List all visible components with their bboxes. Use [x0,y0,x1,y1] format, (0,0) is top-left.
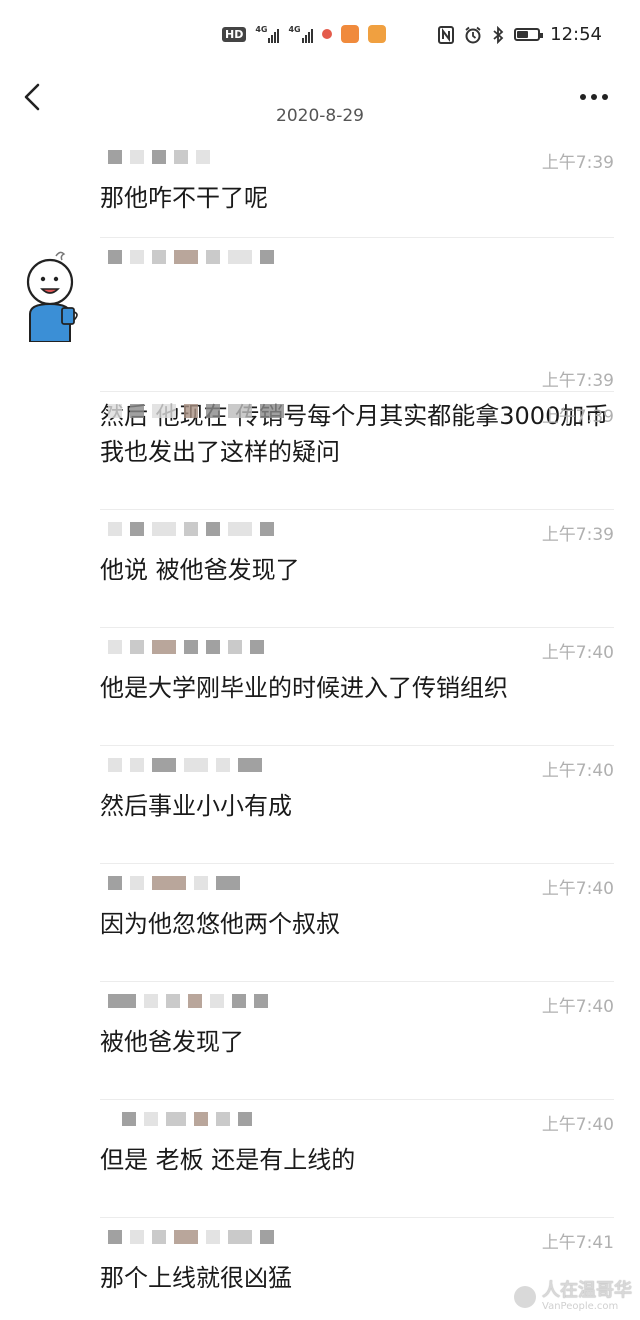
more-options-button[interactable] [580,90,612,104]
chat-app-icon [340,25,359,43]
message-text: 但是 老板 还是有上线的 [100,1146,356,1174]
nfc-icon [438,25,455,44]
battery-icon [514,28,544,41]
message-item[interactable]: 上午7:39 我也发出了这样的疑问 [100,392,614,510]
sender-name-blurred [108,1230,348,1244]
sender-name-blurred [108,522,348,536]
message-text: 因为他忽悠他两个叔叔 [100,910,340,938]
sender-name-blurred [108,150,348,164]
message-text: 被他爸发现了 [100,1028,244,1056]
status-bar: HD 4G 4G 12:54 [0,0,640,70]
chat-header: 2020-8-29 [0,70,640,130]
message-time: 上午7:39 [541,407,614,427]
signal-4g-icon: 4G [255,25,280,43]
message-time: 上午7:40 [541,761,614,781]
message-time: 上午7:40 [541,879,614,899]
bluetooth-icon [493,25,504,44]
message-list[interactable]: 上午7:39 那他咋不干了呢 上午7:39 然后 他现在 传销号每个月其实都能拿… [0,138,640,1318]
sender-name-blurred [122,1112,362,1126]
message-item[interactable]: 上午7:40 被他爸发现了 [100,982,614,1100]
message-item[interactable]: 上午7:39 那他咋不干了呢 [100,138,614,238]
message-item[interactable]: 上午7:40 然后事业小小有成 [100,746,614,864]
chat-date: 2020-8-29 [276,106,364,126]
message-text: 那他咋不干了呢 [100,184,268,212]
sender-name-blurred [108,404,348,418]
hd-icon: HD [222,26,247,42]
message-item[interactable]: 上午7:40 因为他忽悠他两个叔叔 [100,864,614,982]
message-time: 上午7:40 [541,643,614,663]
sender-name-blurred [108,876,348,890]
status-bar-left: HD 4G 4G [222,25,386,43]
message-text: 我也发出了这样的疑问 [100,438,340,466]
sender-name-blurred [108,758,348,772]
message-item[interactable]: 上午7:40 他是大学刚毕业的时候进入了传销组织 [100,628,614,746]
chat-screen: HD 4G 4G 12:54 2020-8-29 上午7:39 那他咋不干了呢 … [0,0,640,1320]
message-text: 然后事业小小有成 [100,792,292,820]
watermark-sub: VanPeople.com [542,1301,619,1312]
watermark: 人在温哥华 VanPeople.com [514,1282,632,1312]
message-time: 上午7:41 [541,1233,614,1253]
message-time: 上午7:39 [541,371,614,391]
watermark-main: 人在温哥华 [542,1280,632,1301]
message-text: 他说 被他爸发现了 [100,556,300,584]
message-time: 上午7:40 [541,1115,614,1135]
message-item[interactable]: 上午7:40 但是 老板 还是有上线的 [100,1100,614,1218]
watermark-logo-icon [514,1286,536,1308]
alarm-icon [465,26,481,43]
status-bar-right: 12:54 [438,24,602,45]
message-item[interactable]: 上午7:39 然后 他现在 传销号每个月其实都能拿3000加币 [100,238,614,430]
sender-name-blurred [108,640,348,654]
message-text: 他是大学刚毕业的时候进入了传销组织 [100,674,508,702]
message-item[interactable]: 上午7:39 他说 被他爸发现了 [100,510,614,628]
weibo-icon [321,29,332,39]
battery-fill [517,31,529,38]
sender-name-blurred [108,994,348,1008]
clock-time: 12:54 [550,24,602,45]
notes-app-icon [367,25,386,43]
more-dots-icon [580,94,586,100]
sender-name-blurred [108,250,348,264]
signal-4g-icon: 4G [288,25,313,43]
message-time: 上午7:39 [541,153,614,173]
message-time: 上午7:39 [541,525,614,545]
message-time: 上午7:40 [541,997,614,1017]
